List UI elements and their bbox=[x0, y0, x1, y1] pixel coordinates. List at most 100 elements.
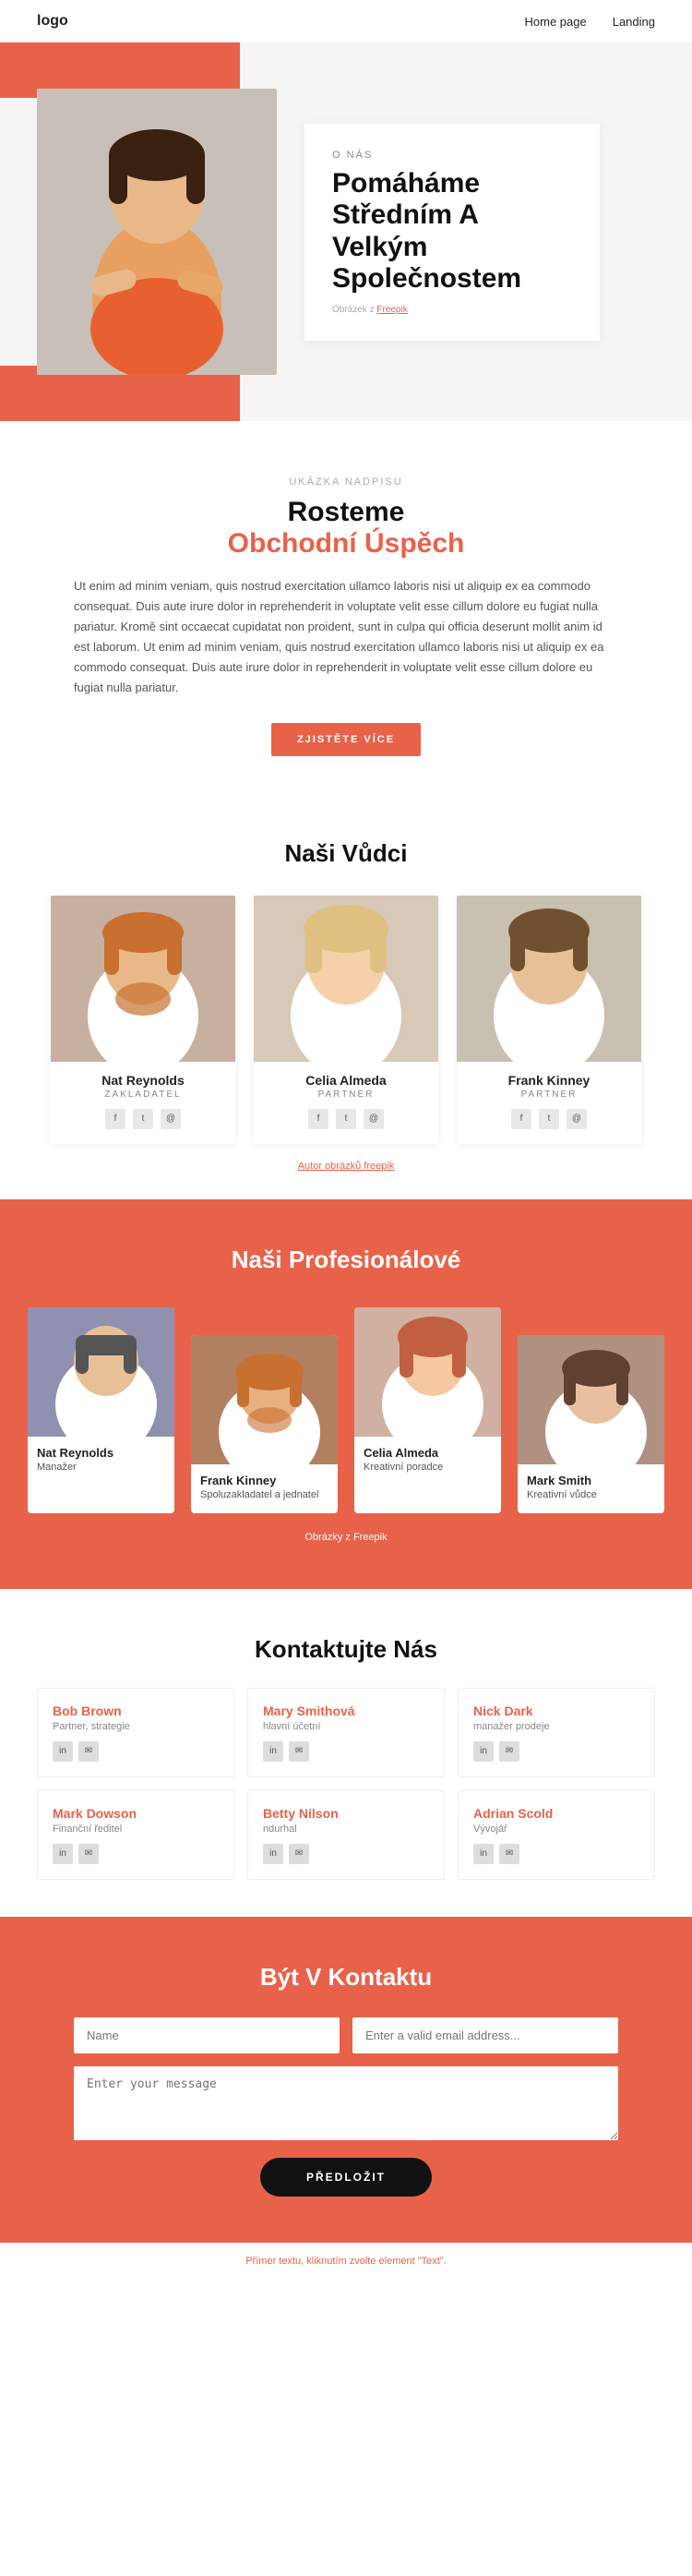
pro-card-0: Nat Reynolds Manažer bbox=[28, 1307, 174, 1513]
about-title-orange: Obchodní Úspěch bbox=[228, 528, 465, 559]
leader-role-0: ZAKLADATEL bbox=[60, 1089, 226, 1100]
leader-photo-0 bbox=[51, 896, 235, 1062]
form-name-input[interactable] bbox=[74, 2017, 340, 2053]
about-title: Rosteme Obchodní Úspěch bbox=[74, 497, 618, 560]
leader-socials-0: f t @ bbox=[51, 1109, 235, 1129]
contact-role-3: Finanční ředitel bbox=[53, 1824, 219, 1835]
contact-email-1[interactable]: ✉ bbox=[289, 1741, 309, 1762]
contact-email-3[interactable]: ✉ bbox=[78, 1844, 99, 1864]
nav-link-home[interactable]: Home page bbox=[525, 15, 587, 29]
contact-role-4: ndurhal bbox=[263, 1824, 429, 1835]
pro-name-2: Celia Almeda bbox=[364, 1446, 492, 1460]
contact-linkedin-1[interactable]: in bbox=[263, 1741, 283, 1762]
contact-linkedin-4[interactable]: in bbox=[263, 1844, 283, 1864]
pro-name-1: Frank Kinney bbox=[200, 1474, 328, 1487]
logo: logo bbox=[37, 13, 68, 30]
contact-email-4[interactable]: ✉ bbox=[289, 1844, 309, 1864]
professionals-title: Naši Profesionálové bbox=[28, 1246, 664, 1274]
leader-facebook-1[interactable]: f bbox=[308, 1109, 328, 1129]
about-body: Ut enim ad minim veniam, quis nostrud ex… bbox=[74, 576, 618, 699]
contact-grid: Bob Brown Partner, strategie in ✉ Mary S… bbox=[37, 1688, 655, 1880]
hero-title: Pomáháme Středním A Velkým Společnostem bbox=[332, 168, 572, 295]
form-email-input[interactable] bbox=[352, 2017, 618, 2053]
leader-card-1: Celia Almeda PARTNER f t @ bbox=[254, 896, 438, 1144]
pro-photo-3 bbox=[518, 1335, 664, 1464]
hero-label: O NÁS bbox=[332, 150, 572, 161]
pro-photo-1 bbox=[191, 1335, 338, 1464]
contact-role-5: Vývojář bbox=[473, 1824, 639, 1835]
leaders-credit[interactable]: Autor obrázků freepik bbox=[28, 1161, 664, 1172]
contact-linkedin-0[interactable]: in bbox=[53, 1741, 73, 1762]
contact-linkedin-5[interactable]: in bbox=[473, 1844, 494, 1864]
hero-credit-link[interactable]: Freepik bbox=[376, 305, 407, 315]
pro-role-3: Kreativní vůdce bbox=[527, 1489, 655, 1500]
contact-title: Kontaktujte Nás bbox=[37, 1635, 655, 1664]
leader-role-2: PARTNER bbox=[466, 1089, 632, 1100]
contact-card-4: Betty Nilson ndurhal in ✉ bbox=[247, 1790, 445, 1880]
form-row-1 bbox=[74, 2017, 618, 2053]
pro-role-1: Spoluzakladatel a jednatel bbox=[200, 1489, 328, 1500]
contact-linkedin-3[interactable]: in bbox=[53, 1844, 73, 1864]
contact-card-0: Bob Brown Partner, strategie in ✉ bbox=[37, 1688, 234, 1777]
about-cta-button[interactable]: ZJISTĚTE VÍCE bbox=[271, 723, 421, 756]
contact-icons-0: in ✉ bbox=[53, 1741, 219, 1762]
contact-card-1: Mary Smithová hlavní účetní in ✉ bbox=[247, 1688, 445, 1777]
leaders-title: Naši Vůdci bbox=[28, 839, 664, 868]
contact-name-3: Mark Dowson bbox=[53, 1806, 219, 1821]
professionals-section: Naši Profesionálové Nat Reynolds Manažer bbox=[0, 1199, 692, 1589]
contact-role-2: manažer prodeje bbox=[473, 1721, 639, 1732]
about-section: UKÁZKA NADPISU Rosteme Obchodní Úspěch U… bbox=[0, 421, 692, 793]
contact-section: Kontaktujte Nás Bob Brown Partner, strat… bbox=[0, 1589, 692, 1917]
pro-name-0: Nat Reynolds bbox=[37, 1446, 165, 1460]
contact-role-0: Partner, strategie bbox=[53, 1721, 219, 1732]
leader-instagram-0[interactable]: @ bbox=[161, 1109, 181, 1129]
leader-twitter-0[interactable]: t bbox=[133, 1109, 153, 1129]
form-submit-button[interactable]: PŘEDLOŽIT bbox=[260, 2158, 432, 2197]
about-sublabel: UKÁZKA NADPISU bbox=[74, 476, 618, 488]
leader-card-2: Frank Kinney PARTNER f t @ bbox=[457, 896, 641, 1144]
form-message-input[interactable] bbox=[74, 2066, 618, 2140]
form-section: Být V Kontaktu PŘEDLOŽIT bbox=[0, 1917, 692, 2243]
pro-photo-0 bbox=[28, 1307, 174, 1437]
pro-role-0: Manažer bbox=[37, 1462, 165, 1473]
contact-icons-2: in ✉ bbox=[473, 1741, 639, 1762]
nav-link-landing[interactable]: Landing bbox=[613, 15, 655, 29]
leader-twitter-1[interactable]: t bbox=[336, 1109, 356, 1129]
leader-facebook-0[interactable]: f bbox=[105, 1109, 125, 1129]
contact-name-1: Mary Smithová bbox=[263, 1703, 429, 1718]
about-title-black: Rosteme bbox=[288, 497, 405, 527]
leaders-wrap: Nat Reynolds ZAKLADATEL f t @ bbox=[28, 896, 664, 1144]
leaders-grid: Nat Reynolds ZAKLADATEL f t @ bbox=[28, 896, 664, 1144]
hero-image bbox=[37, 89, 277, 375]
contact-email-5[interactable]: ✉ bbox=[499, 1844, 519, 1864]
contact-linkedin-2[interactable]: in bbox=[473, 1741, 494, 1762]
contact-role-1: hlavní účetní bbox=[263, 1721, 429, 1732]
hero-text-box: O NÁS Pomáháme Středním A Velkým Společn… bbox=[304, 124, 600, 341]
contact-name-2: Nick Dark bbox=[473, 1703, 639, 1718]
leader-facebook-2[interactable]: f bbox=[511, 1109, 531, 1129]
pros-grid: Nat Reynolds Manažer Frank Kinney Spoluz… bbox=[28, 1307, 664, 1513]
leader-photo-2 bbox=[457, 896, 641, 1062]
leader-instagram-1[interactable]: @ bbox=[364, 1109, 384, 1129]
leader-instagram-2[interactable]: @ bbox=[567, 1109, 587, 1129]
leader-role-1: PARTNER bbox=[263, 1089, 429, 1100]
leader-name-1: Celia Almeda bbox=[263, 1073, 429, 1088]
leader-name-2: Frank Kinney bbox=[466, 1073, 632, 1088]
leader-photo-1 bbox=[254, 896, 438, 1062]
pro-card-2: Celia Almeda Kreativní poradce bbox=[354, 1307, 501, 1513]
leader-twitter-2[interactable]: t bbox=[539, 1109, 559, 1129]
contact-icons-1: in ✉ bbox=[263, 1741, 429, 1762]
pro-card-3: Mark Smith Kreativní vůdce bbox=[518, 1335, 664, 1513]
contact-card-3: Mark Dowson Finanční ředitel in ✉ bbox=[37, 1790, 234, 1880]
nav-links: Home page Landing bbox=[525, 15, 656, 29]
contact-icons-4: in ✉ bbox=[263, 1844, 429, 1864]
hero-credit: Obrázek z Freepik bbox=[332, 305, 572, 315]
leader-card-0: Nat Reynolds ZAKLADATEL f t @ bbox=[51, 896, 235, 1144]
pro-card-1: Frank Kinney Spoluzakladatel a jednatel bbox=[191, 1335, 338, 1513]
professionals-credit: Obrázky z Freepik bbox=[28, 1532, 664, 1543]
hero-section: O NÁS Pomáháme Středním A Velkým Společn… bbox=[0, 42, 692, 421]
contact-name-4: Betty Nilson bbox=[263, 1806, 429, 1821]
contact-email-2[interactable]: ✉ bbox=[499, 1741, 519, 1762]
contact-email-0[interactable]: ✉ bbox=[78, 1741, 99, 1762]
contact-name-0: Bob Brown bbox=[53, 1703, 219, 1718]
